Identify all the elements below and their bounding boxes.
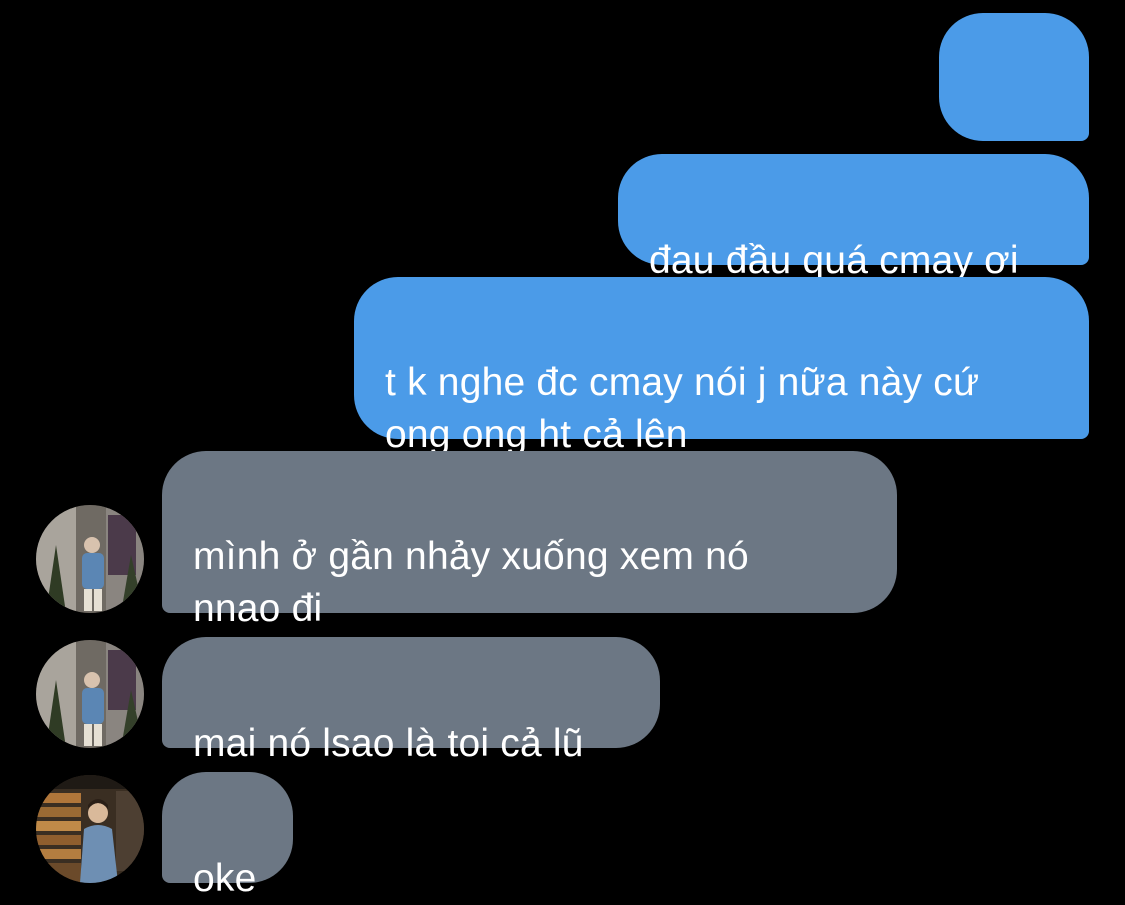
message-text: mai nó lsao là toi cả lũ bbox=[193, 722, 584, 765]
outgoing-message-bubble[interactable]: đau đầu quá cmay ơi bbox=[618, 154, 1089, 282]
avatar[interactable] bbox=[36, 775, 144, 883]
message-text: mình ở gần nhảy xuống xem nó nnao đi bbox=[193, 535, 749, 630]
avatar[interactable] bbox=[36, 640, 144, 748]
incoming-message-bubble[interactable]: oke bbox=[162, 772, 293, 900]
incoming-message-bubble[interactable]: mình ở gần nhảy xuống xem nó nnao đi bbox=[162, 451, 897, 630]
incoming-message-bubble[interactable]: mai nó lsao là toi cả lũ bbox=[162, 637, 660, 765]
avatar-photo-icon bbox=[36, 775, 144, 883]
message-text: đau đầu quá cmay ơi bbox=[649, 239, 1019, 282]
avatar-photo-icon bbox=[36, 640, 144, 748]
smiling-face-with-halo-icon bbox=[1001, 104, 1041, 196]
avatar[interactable] bbox=[36, 505, 144, 613]
message-text: t k nghe đc cmay nói j nữa này cứ ong on… bbox=[385, 361, 980, 456]
chat-thread: { "messages": { "m1": { "text": "ê", "em… bbox=[0, 0, 1125, 900]
message-text: oke bbox=[193, 857, 257, 900]
avatar-photo-icon bbox=[36, 505, 144, 613]
outgoing-message-bubble[interactable]: t k nghe đc cmay nói j nữa này cứ ong on… bbox=[354, 277, 1089, 456]
outgoing-message-bubble[interactable]: ê bbox=[939, 13, 1089, 199]
